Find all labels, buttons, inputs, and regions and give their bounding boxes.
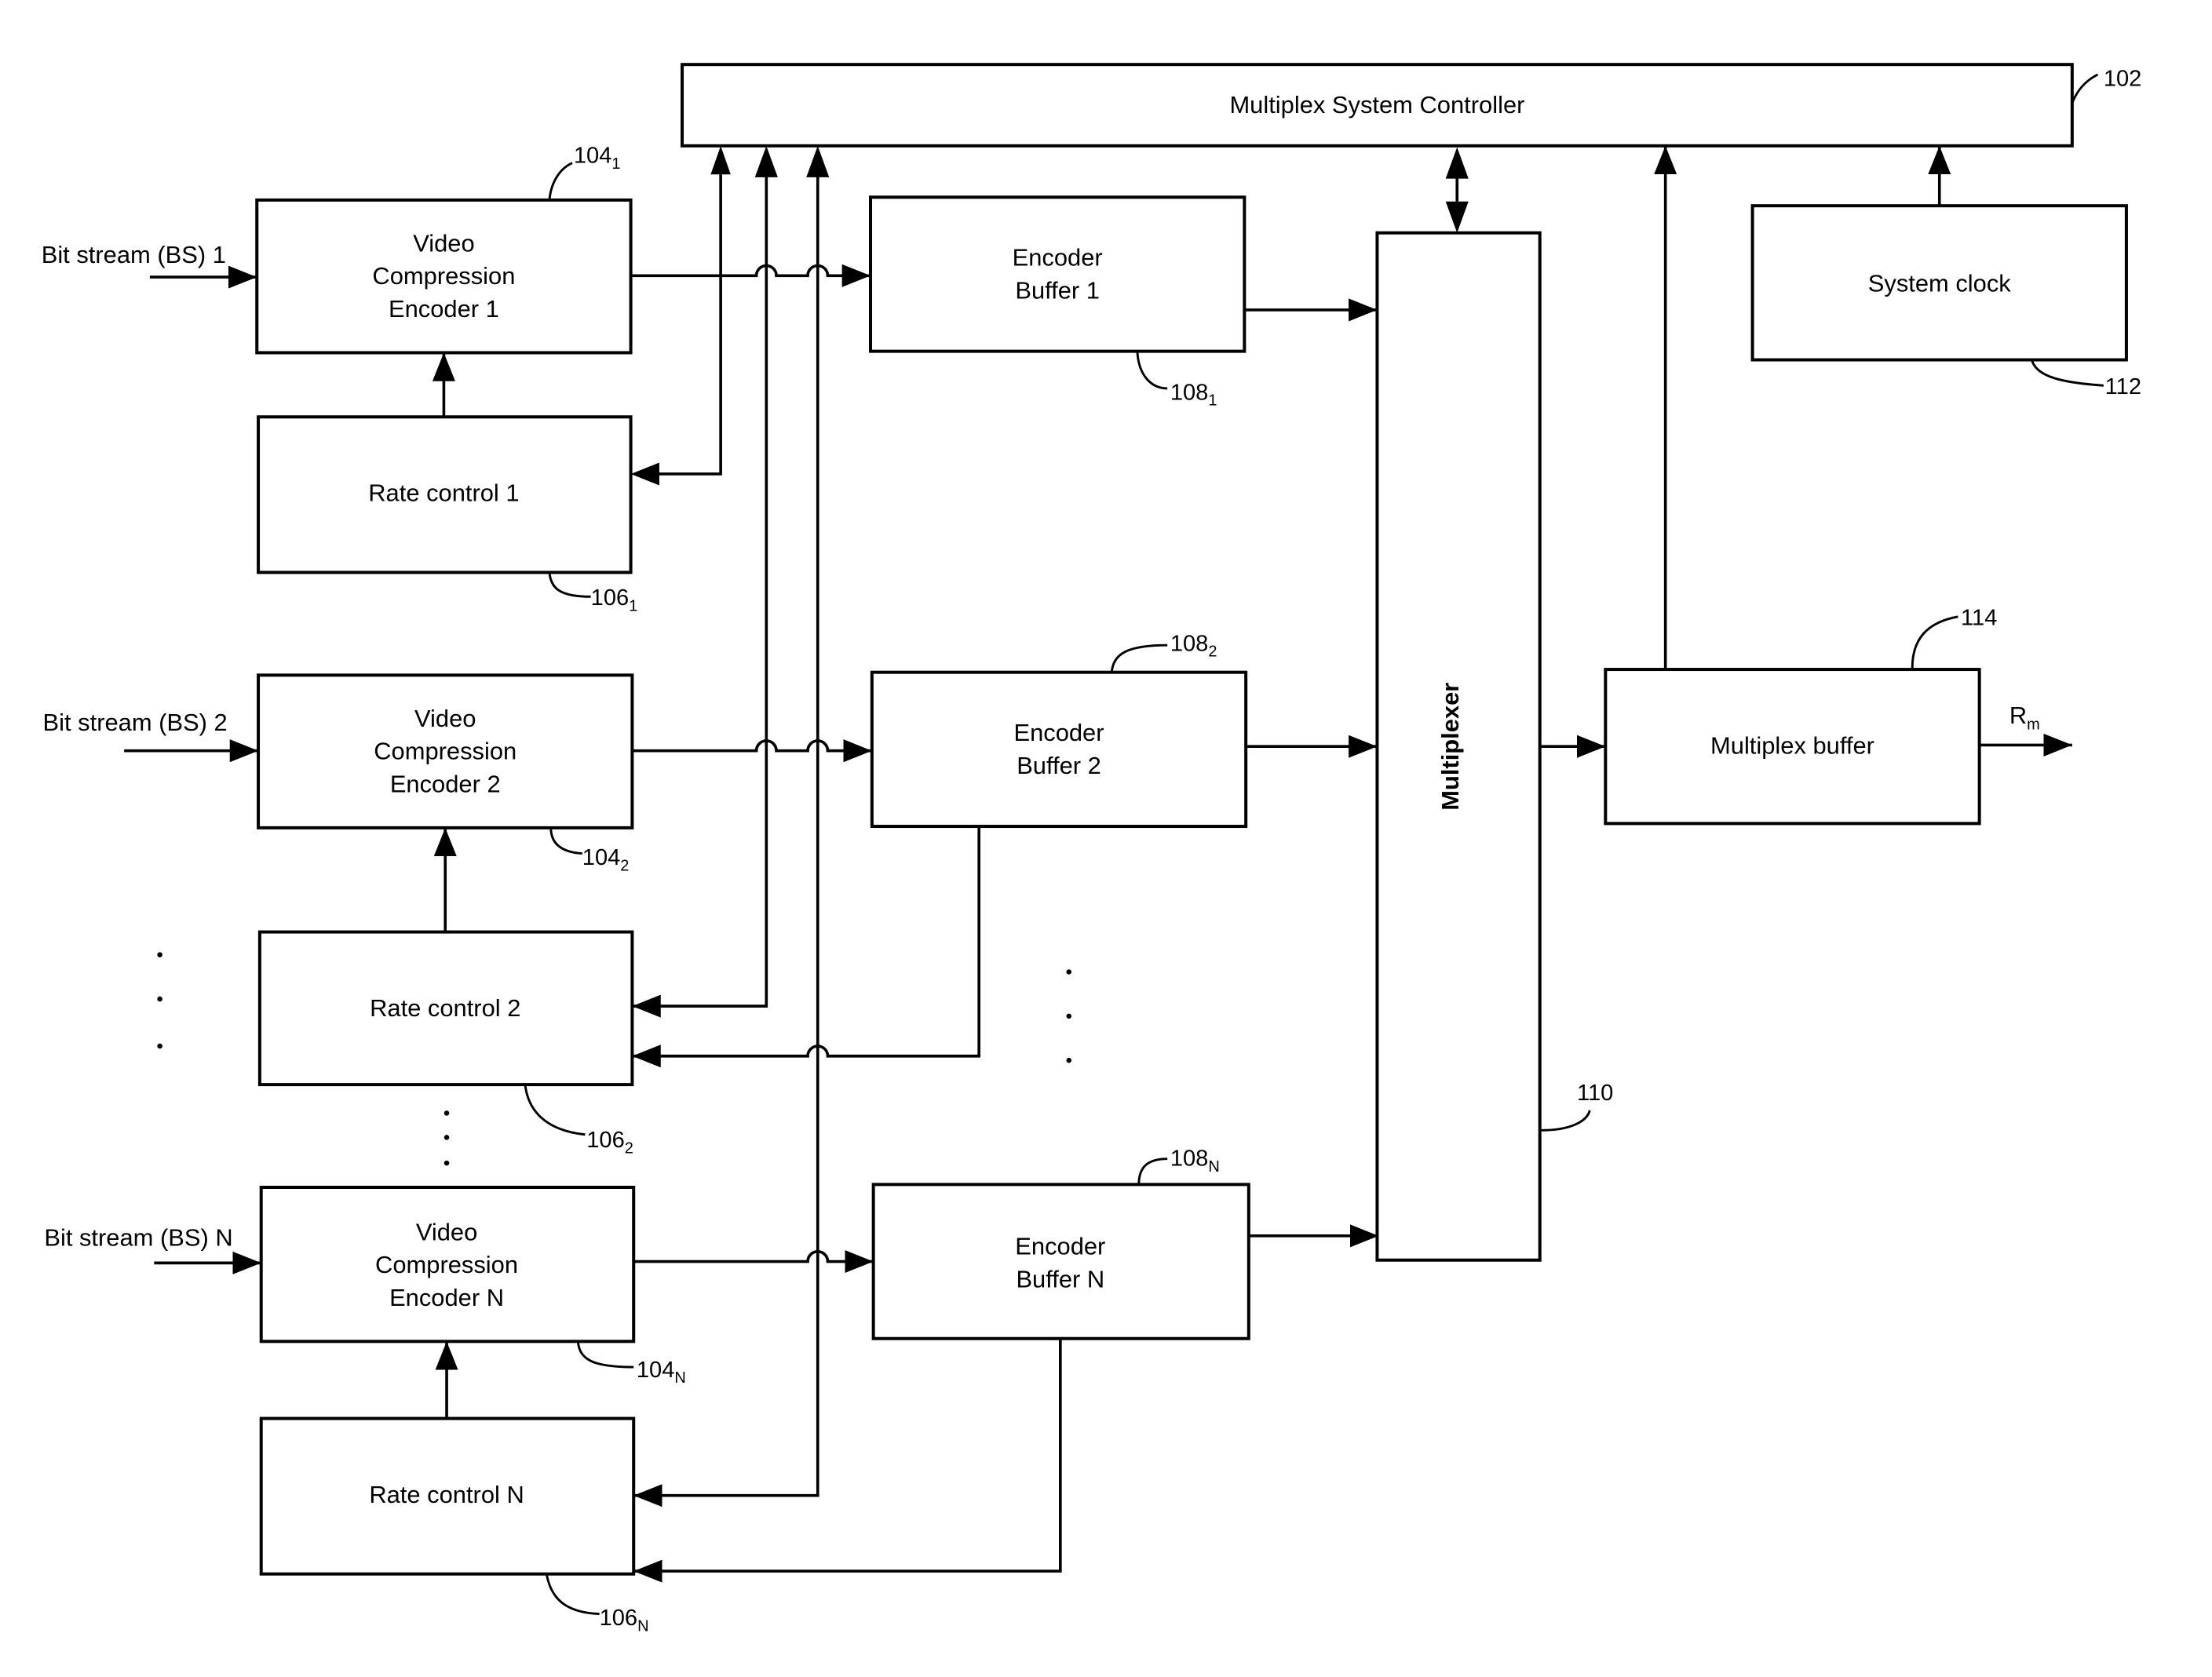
buffer-1-line-1: Encoder	[1013, 244, 1103, 272]
ref-108-1: 1081	[1170, 380, 1217, 409]
rate-control-1-label: Rate control 1	[368, 479, 519, 507]
multiplex-buffer-label: Multiplex buffer	[1710, 731, 1874, 759]
channel-2: Bit stream (BS) 2 Video Compression Enco…	[43, 631, 1378, 1157]
channel-n: Bit stream (BS) N Video Compression Enco…	[44, 1147, 1379, 1635]
buffer-2-feedback-arrow	[632, 826, 981, 1068]
ref-leader-106-1	[548, 572, 591, 598]
encoder-n-line-2: Compression	[375, 1251, 518, 1278]
encoder-buffer-1	[869, 195, 1247, 353]
encoder-n-to-buffer-n-arrow	[633, 1250, 874, 1274]
rate-control-2-label: Rate control 2	[370, 994, 520, 1022]
controller-rate-1-link	[659, 174, 722, 476]
ref-106-2: 1062	[586, 1128, 633, 1157]
system-clock-label: System clock	[1868, 269, 2012, 297]
encoder-buffer-2	[870, 670, 1248, 829]
bit-stream-n-label: Bit stream (BS) N	[44, 1224, 232, 1252]
arrow-down-icon	[1445, 201, 1469, 233]
encoder-2-line-3: Encoder 2	[390, 770, 501, 797]
channel-1: Bit stream (BS) 1 Video Compression Enco…	[42, 144, 1378, 615]
ref-leader-106-2	[524, 1084, 586, 1136]
ref-106-n: 106N	[600, 1606, 649, 1635]
multiplex-system-controller: Multiplex System Controller	[681, 63, 2074, 148]
rate-control-n-label: Rate control N	[369, 1481, 524, 1508]
arrow-up-icon	[754, 145, 778, 177]
arrow-up-icon	[806, 145, 830, 177]
encoder-2-to-buffer-2-arrow	[632, 739, 872, 763]
ref-leader-104-1	[548, 162, 573, 201]
ref-leader-108-1	[1136, 352, 1168, 390]
multiplexer-label: Multiplexer	[1436, 683, 1464, 811]
output-rate-label: Rm	[2009, 702, 2040, 733]
encoder-2-line-1: Video	[414, 705, 476, 732]
ref-leader-112	[2031, 360, 2104, 387]
ref-110: 110	[1577, 1081, 1613, 1106]
encoder-1-line-1: Video	[413, 229, 474, 257]
ref-106-1: 1061	[591, 585, 638, 614]
multiplex-buffer-block: Multiplex buffer	[1604, 668, 1981, 826]
ref-leader-108-n	[1137, 1157, 1168, 1185]
ref-104-1: 1041	[574, 144, 621, 173]
buffer-2-line-1: Encoder	[1013, 719, 1104, 746]
arrow-up-icon	[710, 145, 731, 175]
encoder-1-to-buffer-1-arrow	[630, 264, 871, 287]
buffer-n-feedback-arrow	[633, 1338, 1062, 1583]
arrow-up-icon	[1445, 147, 1469, 179]
ref-leader-104-n	[576, 1341, 634, 1369]
encoder-n-line-1: Video	[416, 1218, 477, 1245]
bit-stream-2-label: Bit stream (BS) 2	[43, 709, 228, 736]
ref-leader-106-n	[545, 1573, 600, 1616]
buffer-n-line-2: Buffer N	[1016, 1265, 1104, 1292]
buffer-2-line-2: Buffer 2	[1017, 752, 1101, 779]
encoder-1-line-3: Encoder 1	[389, 295, 499, 323]
arrow-left-icon	[630, 462, 659, 486]
multiplexer-block: Multiplexer	[1375, 231, 1542, 1262]
controller-rate-n-link	[633, 174, 819, 1507]
ref-leader-104-2	[549, 827, 582, 855]
ref-leader-114	[1911, 615, 1958, 669]
ref-114: 114	[1961, 606, 1997, 631]
ellipsis-buffers	[1066, 969, 1072, 1063]
buffer-1-line-2: Buffer 1	[1015, 276, 1100, 304]
controller-rate-2-link	[632, 174, 768, 1018]
multiplex-block-diagram: Multiplex System Controller 102 System c…	[42, 63, 2142, 1635]
controller-label: Multiplex System Controller	[1229, 91, 1524, 118]
encoder-2-line-2: Compression	[374, 738, 516, 765]
bit-stream-1-label: Bit stream (BS) 1	[42, 241, 226, 268]
ref-104-n: 104N	[637, 1358, 686, 1387]
encoder-buffer-n	[871, 1183, 1250, 1340]
ref-112: 112	[2105, 374, 2141, 399]
ref-108-2: 1082	[1170, 631, 1217, 660]
ref-leader-110	[1541, 1110, 1591, 1132]
ref-102: 102	[2104, 66, 2142, 91]
system-clock-block: System clock	[1750, 204, 2128, 362]
ref-108-n: 108N	[1170, 1147, 1220, 1176]
ellipsis-left	[157, 952, 162, 1049]
buffer-n-line-1: Encoder	[1015, 1232, 1105, 1260]
ref-104-2: 1042	[582, 845, 630, 874]
encoder-n-line-3: Encoder N	[389, 1284, 504, 1311]
ref-leader-108-2	[1110, 643, 1168, 673]
ellipsis-center	[443, 1110, 450, 1166]
ref-leader-102	[2071, 73, 2099, 104]
encoder-1-line-2: Compression	[372, 262, 515, 290]
